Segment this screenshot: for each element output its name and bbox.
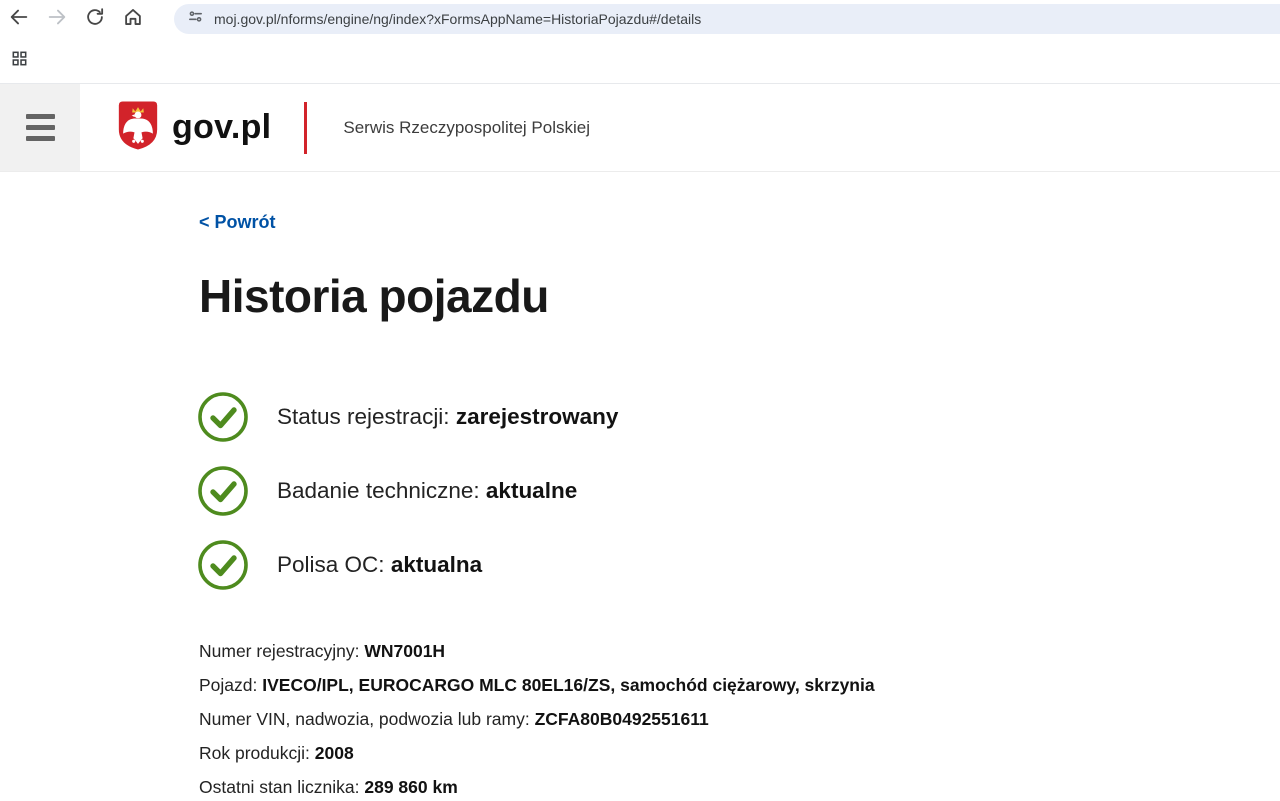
apps-grid-icon [11, 50, 28, 72]
status-text: Badanie techniczne: aktualne [277, 478, 577, 504]
detail-label: Numer rejestracyjny: [199, 641, 359, 661]
status-row-inspection: Badanie techniczne: aktualne [197, 465, 1280, 517]
detail-label: Numer VIN, nadwozia, podwozia lub ramy: [199, 709, 530, 729]
back-arrow-icon [8, 6, 30, 33]
detail-value: WN7001H [364, 641, 445, 661]
govpl-header: gov.pl Serwis Rzeczypospolitej Polskiej [0, 84, 1280, 172]
check-circle-icon [197, 539, 249, 591]
detail-label: Rok produkcji: [199, 743, 310, 763]
detail-registration-number: Numer rejestracyjny: WN7001H [199, 640, 1280, 664]
status-label: Status rejestracji: [277, 404, 450, 429]
reload-button[interactable] [76, 0, 114, 38]
status-text: Polisa OC: aktualna [277, 552, 482, 578]
status-value: aktualna [391, 552, 482, 577]
vehicle-history-page: < Powrót Historia pojazdu Status rejestr… [0, 172, 1280, 800]
reload-icon [84, 6, 106, 33]
detail-production-year: Rok produkcji: 2008 [199, 742, 1280, 766]
back-button[interactable] [0, 0, 38, 38]
home-icon [122, 6, 144, 33]
detail-value: 2008 [315, 743, 354, 763]
detail-vin: Numer VIN, nadwozia, podwozia lub ramy: … [199, 708, 1280, 732]
detail-odometer: Ostatni stan licznika: 289 860 km [199, 776, 1280, 800]
status-row-insurance: Polisa OC: aktualna [197, 539, 1280, 591]
site-info-icon[interactable] [187, 8, 204, 30]
check-circle-icon [197, 465, 249, 517]
apps-grid-button[interactable] [5, 47, 33, 75]
menu-button[interactable] [0, 84, 80, 171]
status-label: Polisa OC: [277, 552, 385, 577]
status-value: zarejestrowany [456, 404, 619, 429]
check-circle-icon [197, 391, 249, 443]
browser-toolbar: moj.gov.pl/nforms/engine/ng/index?xForms… [0, 0, 1280, 38]
govpl-logo-text: gov.pl [172, 108, 271, 147]
url-text: moj.gov.pl/nforms/engine/ng/index?xForms… [214, 11, 701, 27]
page-title: Historia pojazdu [199, 269, 1280, 324]
status-row-registration: Status rejestracji: zarejestrowany [197, 391, 1280, 443]
polish-eagle-shield-icon [115, 98, 161, 158]
bookmarks-bar [0, 38, 1280, 84]
back-link[interactable]: < Powrót [199, 212, 276, 233]
vehicle-details: Numer rejestracyjny: WN7001H Pojazd: IVE… [199, 640, 1280, 800]
detail-label: Ostatni stan licznika: [199, 777, 359, 797]
forward-button[interactable] [38, 0, 76, 38]
govpl-logo[interactable]: gov.pl [115, 84, 271, 171]
status-text: Status rejestracji: zarejestrowany [277, 404, 618, 430]
detail-value: ZCFA80B0492551611 [535, 709, 709, 729]
detail-value: 289 860 km [364, 777, 457, 797]
detail-label: Pojazd: [199, 675, 257, 695]
header-tagline: Serwis Rzeczypospolitej Polskiej [343, 118, 590, 138]
home-button[interactable] [114, 0, 152, 38]
hamburger-icon [26, 108, 55, 147]
header-divider [304, 102, 307, 154]
status-list: Status rejestracji: zarejestrowany Badan… [199, 391, 1280, 591]
status-label: Badanie techniczne: [277, 478, 480, 503]
url-bar[interactable]: moj.gov.pl/nforms/engine/ng/index?xForms… [174, 4, 1280, 34]
detail-vehicle: Pojazd: IVECO/IPL, EUROCARGO MLC 80EL16/… [199, 674, 1280, 698]
forward-arrow-icon [46, 6, 68, 33]
status-value: aktualne [486, 478, 577, 503]
detail-value: IVECO/IPL, EUROCARGO MLC 80EL16/ZS, samo… [262, 675, 874, 695]
